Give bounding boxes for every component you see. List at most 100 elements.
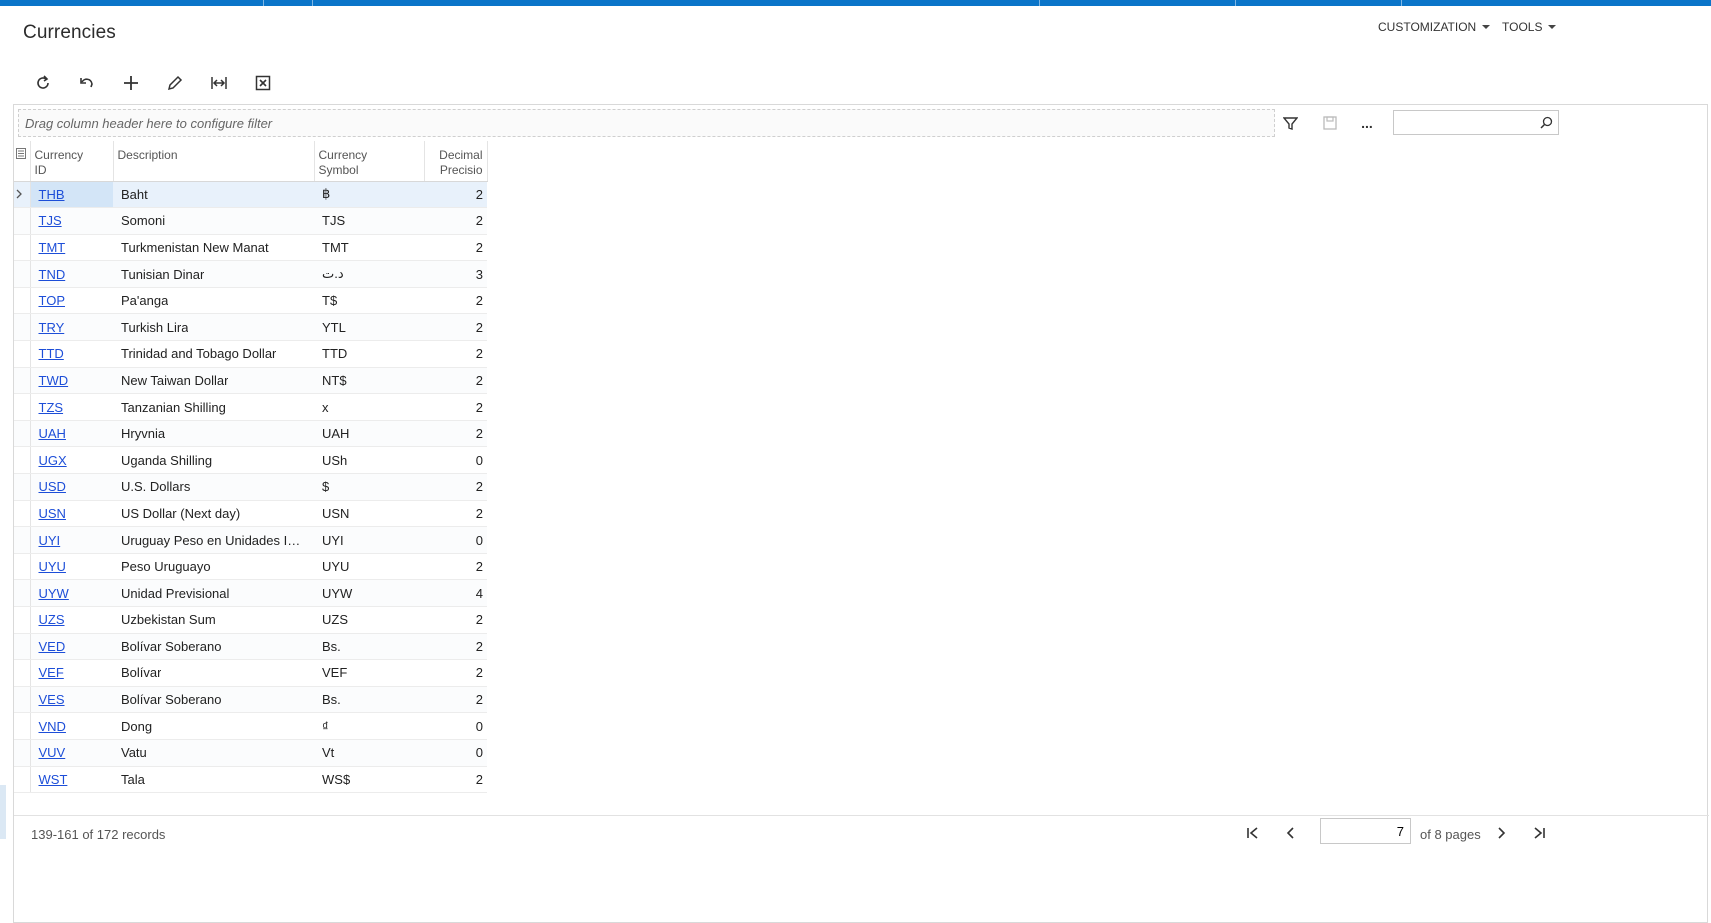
table-row[interactable]: TJS Somoni TJS 2 <box>14 207 487 235</box>
table-row[interactable]: UYW Unidad Previsional UYW 4 <box>14 579 487 607</box>
row-selector-header[interactable] <box>14 141 31 182</box>
column-header-decimal-precision[interactable]: Decimal Precisio <box>424 141 488 182</box>
filter-button[interactable] <box>1276 111 1304 135</box>
row-selector[interactable] <box>14 712 31 740</box>
row-selector[interactable] <box>14 234 31 262</box>
row-selector[interactable] <box>14 367 31 395</box>
description-text: Tala <box>121 771 145 787</box>
currency-id-link[interactable]: UYI <box>35 533 61 548</box>
row-selector[interactable] <box>14 181 31 209</box>
currency-id-link[interactable]: UYW <box>35 586 69 601</box>
table-row[interactable]: TTD Trinidad and Tobago Dollar TTD 2 <box>14 340 487 368</box>
table-row[interactable]: TOP Pa'anga T$ 2 <box>14 287 487 315</box>
currency-id-link[interactable]: TMT <box>35 240 66 255</box>
grid-search-input[interactable] <box>1394 111 1534 133</box>
add-button[interactable] <box>109 68 153 98</box>
precision-cell: 3 <box>424 260 487 288</box>
currency-id-link[interactable]: VEF <box>35 665 64 680</box>
table-row[interactable]: VES Bolívar Soberano Bs. 2 <box>14 686 487 714</box>
table-row[interactable]: VND Dong ₫ 0 <box>14 712 487 740</box>
precision-cell: 2 <box>424 473 487 501</box>
table-row[interactable]: TWD New Taiwan Dollar NT$ 2 <box>14 367 487 395</box>
currency-id-link[interactable]: TRY <box>35 320 65 335</box>
row-selector[interactable] <box>14 420 31 448</box>
currency-id-link[interactable]: WST <box>35 772 68 787</box>
row-selector[interactable] <box>14 633 31 661</box>
table-row[interactable]: TRY Turkish Lira YTL 2 <box>14 313 487 342</box>
row-selector[interactable] <box>14 446 31 475</box>
row-selector[interactable] <box>14 313 31 342</box>
edit-button[interactable] <box>153 68 197 98</box>
row-selector[interactable] <box>14 260 31 288</box>
column-header-currency-id[interactable]: Currency ID <box>30 141 114 182</box>
currency-id-link[interactable]: TJS <box>35 213 62 228</box>
currency-id-link[interactable]: TWD <box>35 373 69 388</box>
currency-id-cell: TJS <box>30 207 113 235</box>
undo-button[interactable] <box>65 68 109 98</box>
table-row[interactable]: TZS Tanzanian Shilling x 2 <box>14 393 487 421</box>
export-excel-button[interactable] <box>241 68 285 98</box>
column-header-description[interactable]: Description <box>113 141 315 182</box>
description-cell: Turkmenistan New Manat <box>113 234 314 262</box>
previous-page-button[interactable] <box>1272 818 1310 848</box>
currency-id-link[interactable]: VES <box>35 692 65 707</box>
row-selector[interactable] <box>14 606 31 634</box>
table-row[interactable]: VEF Bolívar VEF 2 <box>14 659 487 687</box>
filter-drop-zone[interactable]: Drag column header here to configure fil… <box>18 109 1275 137</box>
currency-id-link[interactable]: UAH <box>35 426 66 441</box>
table-row[interactable]: THB Baht ฿ 2 <box>14 181 487 209</box>
row-selector[interactable] <box>14 553 31 581</box>
fit-columns-button[interactable] <box>197 68 241 98</box>
first-page-button[interactable] <box>1234 818 1272 848</box>
currency-id-link[interactable]: UZS <box>35 612 65 627</box>
next-page-button[interactable] <box>1482 818 1520 848</box>
customization-menu[interactable]: CUSTOMIZATION <box>1378 20 1491 34</box>
table-row[interactable]: TMT Turkmenistan New Manat TMT 2 <box>14 234 487 262</box>
row-selector[interactable] <box>14 393 31 421</box>
tools-menu[interactable]: TOOLS <box>1502 20 1557 34</box>
page-number-input[interactable] <box>1320 818 1411 844</box>
row-selector[interactable] <box>14 686 31 714</box>
last-page-button[interactable] <box>1520 818 1558 848</box>
table-row[interactable]: USN US Dollar (Next day) USN 2 <box>14 500 487 528</box>
more-button[interactable]: ... <box>1353 111 1381 135</box>
table-row[interactable]: UGX Uganda Shilling USh 0 <box>14 446 487 475</box>
description-cell: Unidad Previsional <box>113 579 314 607</box>
currency-id-link[interactable]: VND <box>35 719 66 734</box>
table-row[interactable]: UZS Uzbekistan Sum UZS 2 <box>14 606 487 634</box>
row-selector[interactable] <box>14 287 31 315</box>
currency-id-link[interactable]: TOP <box>35 293 66 308</box>
table-row[interactable]: UYU Peso Uruguayo UYU 2 <box>14 553 487 581</box>
currency-id-link[interactable]: UYU <box>35 559 66 574</box>
currency-id-link[interactable]: UGX <box>35 453 67 468</box>
row-selector[interactable] <box>14 207 31 235</box>
row-selector[interactable] <box>14 659 31 687</box>
table-row[interactable]: VED Bolívar Soberano Bs. 2 <box>14 633 487 661</box>
refresh-button[interactable] <box>21 68 65 98</box>
grid-search-box[interactable] <box>1393 110 1559 135</box>
row-selector[interactable] <box>14 340 31 368</box>
currency-id-link[interactable]: USN <box>35 506 66 521</box>
row-selector[interactable] <box>14 473 31 501</box>
save-filter-button[interactable] <box>1316 111 1344 135</box>
currency-id-link[interactable]: THB <box>35 187 65 202</box>
row-selector[interactable] <box>14 500 31 528</box>
table-row[interactable]: VUV Vatu Vt 0 <box>14 739 487 767</box>
table-row[interactable]: UAH Hryvnia UAH 2 <box>14 420 487 448</box>
currency-id-link[interactable]: TZS <box>35 400 64 415</box>
column-header-currency-symbol[interactable]: Currency Symbol <box>314 141 425 182</box>
currency-id-link[interactable]: TND <box>35 267 66 282</box>
search-icon[interactable] <box>1540 116 1553 129</box>
currency-id-link[interactable]: TTD <box>35 346 64 361</box>
table-row[interactable]: USD U.S. Dollars $2 <box>14 473 487 501</box>
row-selector[interactable] <box>14 739 31 767</box>
row-selector[interactable] <box>14 579 31 607</box>
row-selector[interactable] <box>14 766 31 794</box>
currency-id-link[interactable]: VED <box>35 639 66 654</box>
currency-id-link[interactable]: VUV <box>35 745 66 760</box>
table-row[interactable]: TND Tunisian Dinar د.ت 3 <box>14 260 487 288</box>
row-selector[interactable] <box>14 526 31 554</box>
table-row[interactable]: WST Tala WS$ 2 <box>14 766 487 794</box>
currency-id-link[interactable]: USD <box>35 479 66 494</box>
table-row[interactable]: UYI Uruguay Peso en Unidades Inde... UYI 0 <box>14 526 487 554</box>
